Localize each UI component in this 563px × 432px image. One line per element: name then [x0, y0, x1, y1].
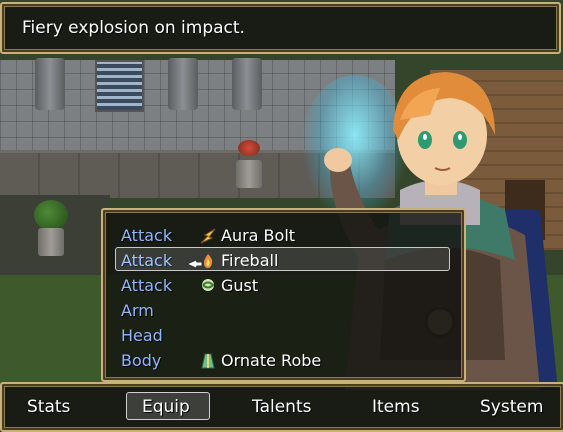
selection-cursor — [115, 247, 450, 271]
item-name: Aura Bolt — [221, 226, 296, 245]
slot-label: Attack — [121, 226, 173, 245]
menu-talents[interactable]: Talents — [252, 397, 311, 417]
slot-label: Arm — [121, 301, 154, 320]
menu-system[interactable]: System — [480, 397, 543, 417]
command-bar: Stats Equip Talents Items System — [0, 382, 563, 432]
equip-row[interactable]: Attack Gust — [117, 274, 452, 298]
help-text: Fiery explosion on impact. — [22, 18, 245, 38]
equip-row[interactable]: Head — [117, 324, 452, 348]
equip-row[interactable]: Attack Aura Bolt — [117, 224, 452, 248]
stone-pillar — [232, 58, 262, 110]
potted-bush — [34, 200, 68, 230]
help-window: Fiery explosion on impact. — [0, 2, 561, 54]
flower-pot — [38, 228, 64, 256]
slot-label: Body — [121, 351, 162, 370]
aura-bolt-icon — [197, 225, 219, 247]
slot-label: Attack — [121, 276, 173, 295]
stone-pillar — [35, 58, 65, 110]
robe-icon — [197, 350, 219, 372]
barred-window — [95, 60, 144, 112]
item-name: Gust — [221, 276, 259, 295]
menu-stats[interactable]: Stats — [27, 397, 70, 417]
stone-pillar — [168, 58, 198, 110]
menu-equip[interactable]: Equip — [142, 397, 190, 417]
item-name: Ornate Robe — [221, 351, 322, 370]
equip-row[interactable]: Arm — [117, 299, 452, 323]
pointer-hand-icon — [185, 256, 204, 272]
slot-label: Head — [121, 326, 163, 345]
gust-icon — [197, 275, 219, 297]
menu-items[interactable]: Items — [372, 397, 420, 417]
flower-pot — [236, 160, 262, 188]
equipment-window: Attack Aura Bolt Attack Fireball Attack … — [101, 208, 466, 382]
red-flowers — [238, 140, 260, 156]
equip-row[interactable]: Body Ornate Robe — [117, 349, 452, 373]
